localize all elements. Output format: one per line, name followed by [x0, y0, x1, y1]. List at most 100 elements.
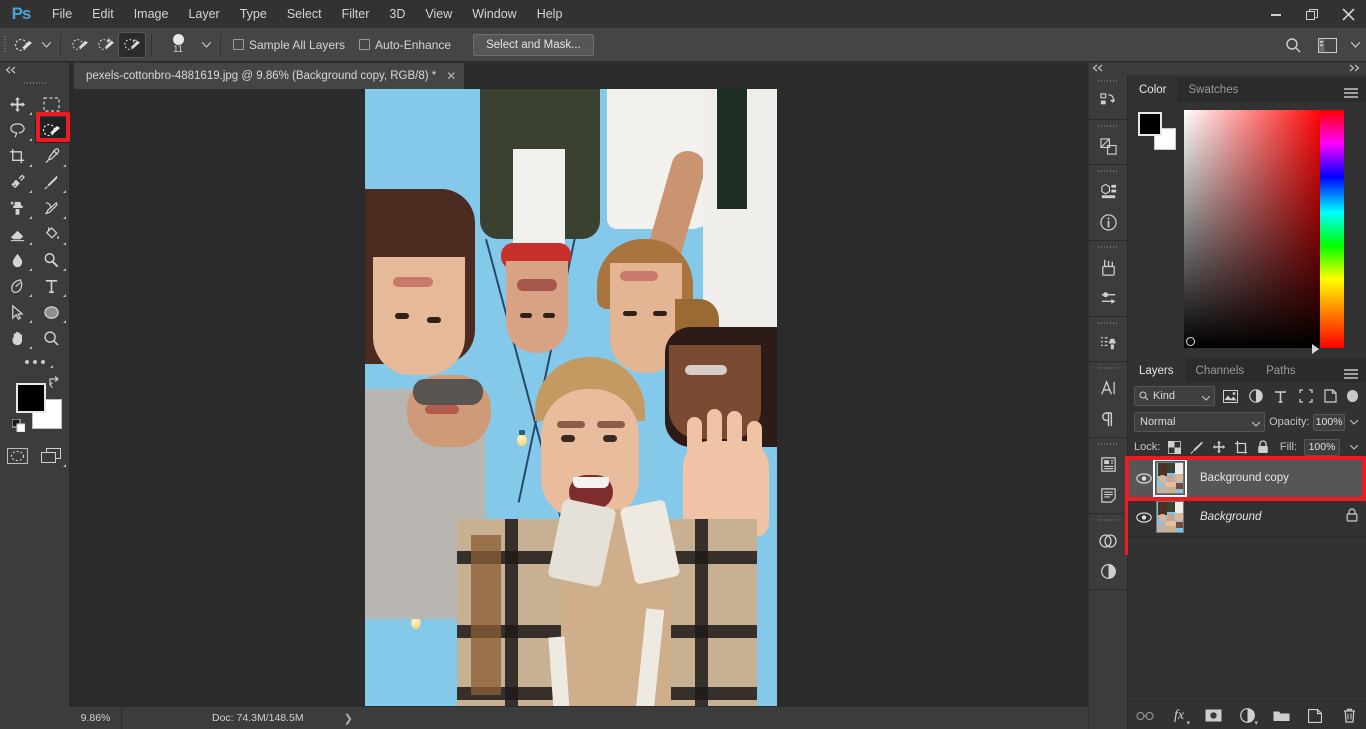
brush-size-control[interactable]: 11: [158, 34, 198, 55]
tab-swatches[interactable]: Swatches: [1177, 78, 1249, 102]
path-selection-tool[interactable]: [0, 299, 35, 325]
minimize-icon[interactable]: [1258, 0, 1294, 28]
history-brush-tool[interactable]: [35, 195, 70, 221]
close-icon[interactable]: [1330, 0, 1366, 28]
ellipse-tool[interactable]: [35, 299, 70, 325]
layer-style-icon[interactable]: fx ▾: [1170, 707, 1190, 727]
clone-source-icon[interactable]: [1089, 328, 1127, 359]
spot-healing-brush-tool[interactable]: [0, 169, 35, 195]
quick-mask-icon[interactable]: [0, 443, 35, 469]
blend-mode-select[interactable]: Normal: [1134, 412, 1266, 432]
smart-object-filter-icon[interactable]: [1321, 386, 1340, 406]
select-and-mask-button[interactable]: Select and Mask...: [473, 33, 594, 56]
layer-thumbnail[interactable]: [1156, 501, 1184, 533]
brushes-icon[interactable]: [1089, 252, 1127, 283]
rail-grip[interactable]: [1089, 241, 1127, 252]
subtract-from-selection-button[interactable]: [118, 31, 146, 58]
quick-selection-tool[interactable]: [34, 117, 69, 143]
rail-grip[interactable]: [1089, 120, 1127, 131]
lock-artboard-icon[interactable]: [1233, 439, 1248, 455]
rail-grip[interactable]: [1089, 317, 1127, 328]
new-group-icon[interactable]: [1272, 707, 1290, 725]
lock-all-icon[interactable]: [1255, 439, 1270, 455]
layer-name[interactable]: Background copy: [1200, 472, 1289, 484]
lasso-tool[interactable]: [0, 117, 35, 143]
paint-bucket-tool[interactable]: [35, 221, 70, 247]
workspace-icon[interactable]: [1310, 28, 1344, 62]
screen-mode-icon[interactable]: [35, 443, 70, 469]
tab-paths[interactable]: Paths: [1255, 359, 1306, 383]
panel-menu-icon[interactable]: [1344, 85, 1358, 103]
new-layer-icon[interactable]: [1306, 707, 1324, 725]
options-bar-grip[interactable]: [0, 28, 10, 62]
menu-file[interactable]: File: [42, 0, 82, 28]
toolbar-grip[interactable]: [0, 77, 69, 89]
chevron-down-icon[interactable]: [1201, 392, 1211, 404]
menu-help[interactable]: Help: [527, 0, 573, 28]
paragraph-icon[interactable]: [1089, 404, 1127, 435]
document-tab[interactable]: pexels-cottonbro-4881619.jpg @ 9.86% (Ba…: [74, 63, 466, 89]
menu-select[interactable]: Select: [277, 0, 332, 28]
menu-image[interactable]: Image: [124, 0, 179, 28]
libraries-icon[interactable]: [1089, 449, 1127, 480]
layer-thumbnail[interactable]: [1153, 459, 1187, 497]
link-layers-icon[interactable]: [1136, 707, 1154, 725]
pixel-filter-icon[interactable]: [1221, 386, 1240, 406]
adjustment-filter-icon[interactable]: [1246, 386, 1265, 406]
info-icon[interactable]: [1089, 207, 1127, 238]
canvas-area[interactable]: [70, 89, 1088, 706]
auto-enhance-checkbox[interactable]: Auto-Enhance: [359, 38, 451, 52]
layer-comps-icon[interactable]: [1089, 525, 1127, 556]
quick-selection-tool-icon[interactable]: [10, 32, 38, 58]
tab-color[interactable]: Color: [1128, 78, 1178, 102]
adjustments-icon[interactable]: [1089, 283, 1127, 314]
lock-transparent-pixels-icon[interactable]: [1167, 439, 1182, 455]
menu-view[interactable]: View: [415, 0, 462, 28]
table-row[interactable]: Background copy: [1128, 459, 1366, 498]
notes-icon[interactable]: [1089, 480, 1127, 511]
adjustment-layer-icon[interactable]: [1089, 556, 1127, 587]
zoom-level[interactable]: 9.86%: [70, 706, 122, 729]
menu-window[interactable]: Window: [462, 0, 526, 28]
new-fill-adjustment-icon[interactable]: ▾: [1238, 707, 1258, 727]
tab-channels[interactable]: Channels: [1185, 359, 1256, 383]
lock-image-pixels-icon[interactable]: [1189, 439, 1204, 455]
menu-edit[interactable]: Edit: [82, 0, 124, 28]
opacity-chevron-down-icon[interactable]: [1349, 414, 1360, 431]
horizontal-type-tool[interactable]: [35, 273, 70, 299]
menu-layer[interactable]: Layer: [178, 0, 229, 28]
collapse-panels-icon[interactable]: [1092, 64, 1104, 74]
pen-tool[interactable]: [0, 273, 35, 299]
layer-mask-icon[interactable]: [1204, 707, 1222, 725]
brush-options-chevron-down-icon[interactable]: [198, 32, 214, 58]
layer-name[interactable]: Background: [1200, 511, 1261, 523]
opacity-value[interactable]: 100%: [1313, 413, 1345, 431]
blur-tool[interactable]: [0, 247, 35, 273]
zoom-tool[interactable]: [35, 325, 70, 351]
toolbar-collapse-icon[interactable]: [0, 63, 69, 77]
eyedropper-tool[interactable]: [35, 143, 70, 169]
dodge-tool[interactable]: [35, 247, 70, 273]
hue-slider[interactable]: [1320, 110, 1344, 348]
lock-position-icon[interactable]: [1211, 439, 1226, 455]
more-tools-icon[interactable]: [0, 351, 69, 373]
chevron-right-icon[interactable]: ❯: [344, 712, 353, 725]
hand-tool[interactable]: [0, 325, 35, 351]
add-to-selection-button[interactable]: [93, 33, 119, 57]
panel-menu-icon[interactable]: [1344, 366, 1358, 384]
document-canvas[interactable]: [365, 89, 777, 706]
menu-type[interactable]: Type: [230, 0, 277, 28]
type-filter-icon[interactable]: [1271, 386, 1290, 406]
workspace-chevron-down-icon[interactable]: [1344, 28, 1366, 62]
eraser-tool[interactable]: [0, 221, 35, 247]
swap-colors-icon[interactable]: [48, 375, 62, 394]
expand-panels-icon[interactable]: [1348, 64, 1360, 74]
delete-layer-icon[interactable]: [1340, 707, 1358, 725]
default-colors-icon[interactable]: [11, 418, 26, 437]
brush-tool[interactable]: [35, 169, 70, 195]
menu-3d[interactable]: 3D: [379, 0, 415, 28]
shape-filter-icon[interactable]: [1296, 386, 1315, 406]
sample-all-layers-checkbox[interactable]: Sample All Layers: [233, 38, 345, 52]
tool-preset-chevron-down-icon[interactable]: [38, 32, 54, 58]
fill-value[interactable]: 100%: [1304, 438, 1340, 456]
